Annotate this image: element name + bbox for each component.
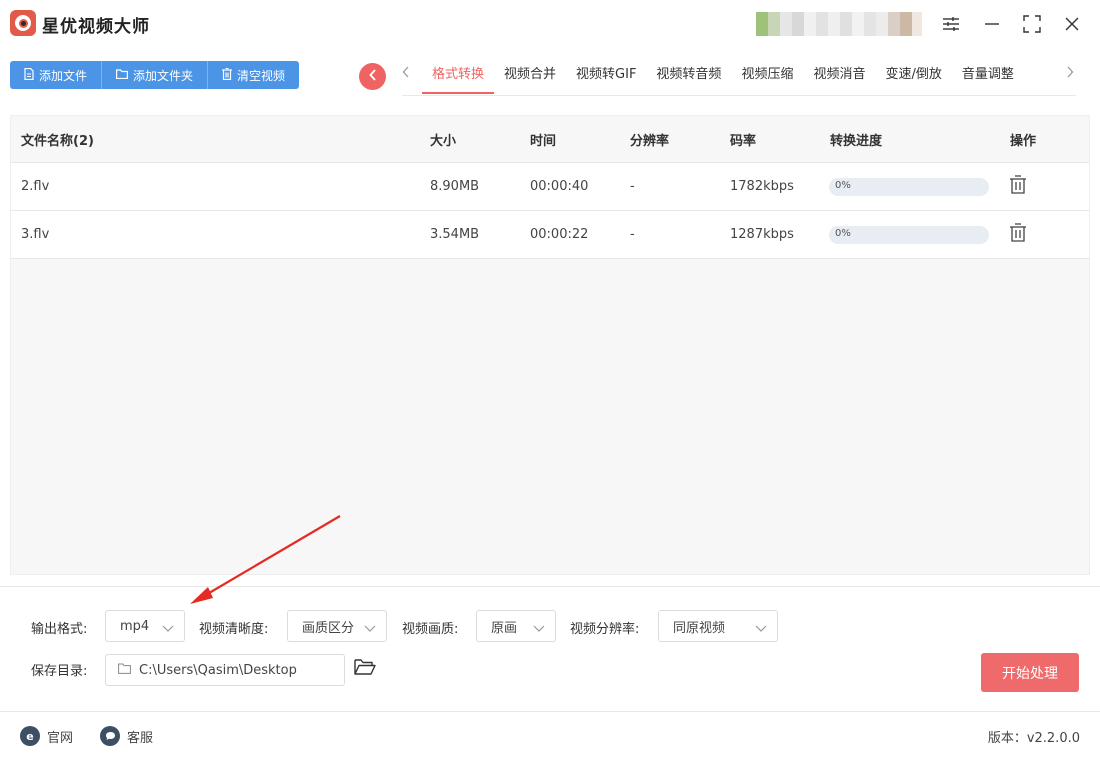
trash-icon xyxy=(1009,175,1027,198)
add-file-button[interactable]: 添加文件 xyxy=(10,61,103,89)
clarity-select[interactable]: 画质区分 xyxy=(287,610,387,642)
chevron-left-icon xyxy=(368,68,377,85)
row-bitrate: 1782kbps xyxy=(730,179,794,194)
open-folder-icon xyxy=(354,659,376,680)
table-header: 文件名称(2) 大小 时间 分辨率 码率 转换进度 操作 xyxy=(11,116,1089,163)
row-size: 8.90MB xyxy=(430,179,480,194)
chevron-down-icon xyxy=(364,622,376,637)
delete-row-button[interactable] xyxy=(1009,211,1027,258)
row-time: 00:00:40 xyxy=(530,179,589,194)
customer-support-link[interactable]: 客服 xyxy=(100,726,153,746)
table-row[interactable]: 3.flv 3.54MB 00:00:22 - 1287kbps 0% xyxy=(11,211,1089,259)
tab-volume-adjust[interactable]: 音量调整 xyxy=(952,58,1024,94)
chevron-down-icon xyxy=(755,622,767,637)
clear-videos-button[interactable]: 清空视频 xyxy=(208,61,300,89)
file-table: 文件名称(2) 大小 时间 分辨率 码率 转换进度 操作 2.flv 8.90M… xyxy=(11,116,1089,259)
maximize-icon[interactable] xyxy=(1020,12,1044,36)
official-website-link[interactable]: e 官网 xyxy=(20,726,73,746)
row-resolution: - xyxy=(630,179,635,194)
minimize-icon[interactable] xyxy=(980,12,1004,36)
resolution-label: 视频分辨率: xyxy=(570,622,640,637)
official-website-label: 官网 xyxy=(47,730,74,746)
account-avatar-blurred[interactable] xyxy=(756,12,922,36)
progress-bar: 0% xyxy=(829,225,989,244)
progress-text: 0% xyxy=(835,179,851,191)
version-text: 版本：v2.2.0.0 xyxy=(987,731,1080,746)
chevron-down-icon xyxy=(162,622,174,637)
clarity-value: 画质区分 xyxy=(302,620,355,636)
row-file-name: 3.flv xyxy=(21,227,50,242)
output-format-label: 输出格式: xyxy=(31,622,88,637)
resolution-value: 同原视频 xyxy=(673,620,726,636)
title-bar: 星优视频大师 xyxy=(0,0,1100,50)
tabs-divider xyxy=(402,95,1076,96)
clear-videos-label: 清空视频 xyxy=(237,68,286,83)
save-dir-field[interactable]: C:\Users\Qasim\Desktop xyxy=(105,654,345,686)
header-resolution: 分辨率 xyxy=(630,133,670,149)
add-file-label: 添加文件 xyxy=(39,68,88,83)
file-toolbar: 添加文件 添加文件夹 清空视频 xyxy=(10,61,300,89)
close-icon[interactable] xyxy=(1060,12,1084,36)
tab-video-mute[interactable]: 视频消音 xyxy=(803,58,875,94)
row-time: 00:00:22 xyxy=(530,227,589,242)
start-processing-button[interactable]: 开始处理 xyxy=(981,653,1079,692)
row-resolution: - xyxy=(630,227,635,242)
footer-bar: e 官网 客服 版本：v2.2.0.0 xyxy=(0,713,1100,760)
header-bitrate: 码率 xyxy=(730,133,757,149)
header-file-name: 文件名称(2) xyxy=(21,133,94,149)
folder-icon xyxy=(116,68,129,82)
row-file-name: 2.flv xyxy=(21,179,50,194)
customer-support-label: 客服 xyxy=(127,730,154,746)
add-folder-button[interactable]: 添加文件夹 xyxy=(102,61,209,89)
header-time: 时间 xyxy=(530,133,557,149)
output-format-value: mp4 xyxy=(120,618,150,634)
header-size: 大小 xyxy=(430,133,457,149)
progress-text: 0% xyxy=(835,227,851,239)
output-format-select[interactable]: mp4 xyxy=(105,610,185,642)
trash-icon xyxy=(1009,223,1027,246)
browse-folder-button[interactable] xyxy=(354,658,376,680)
progress-bar: 0% xyxy=(829,177,989,196)
ie-browser-icon: e xyxy=(20,726,40,746)
output-settings-panel: 输出格式: mp4 视频清晰度: 画质区分 视频画质: 原画 视频分辨率: 同原… xyxy=(0,586,1100,712)
clarity-label: 视频清晰度: xyxy=(199,622,269,637)
row-progress: 0% xyxy=(829,163,989,210)
quality-label: 视频画质: xyxy=(402,622,459,637)
row-progress: 0% xyxy=(829,211,989,258)
trash-icon xyxy=(222,67,233,83)
back-button[interactable] xyxy=(359,63,386,90)
quality-value: 原画 xyxy=(491,620,518,636)
row-bitrate: 1287kbps xyxy=(730,227,794,242)
file-list-area: 文件名称(2) 大小 时间 分辨率 码率 转换进度 操作 2.flv 8.90M… xyxy=(10,115,1090,575)
tab-video-merge[interactable]: 视频合并 xyxy=(494,58,566,94)
tab-speed-reverse[interactable]: 变速/倒放 xyxy=(875,58,951,94)
resolution-select[interactable]: 同原视频 xyxy=(658,610,778,642)
tabs-scroll-left-icon[interactable] xyxy=(402,66,410,82)
tab-video-compress[interactable]: 视频压缩 xyxy=(731,58,803,94)
settings-sliders-icon[interactable] xyxy=(939,12,963,36)
header-action: 操作 xyxy=(1010,133,1037,149)
quality-select[interactable]: 原画 xyxy=(476,610,556,642)
app-logo-icon xyxy=(10,10,36,36)
chat-bubble-icon xyxy=(100,726,120,746)
file-icon xyxy=(24,67,34,83)
row-size: 3.54MB xyxy=(430,227,480,242)
chevron-down-icon xyxy=(533,622,545,637)
save-dir-label: 保存目录: xyxy=(31,664,88,679)
tab-video-to-audio[interactable]: 视频转音频 xyxy=(646,58,731,94)
add-folder-label: 添加文件夹 xyxy=(133,68,194,83)
feature-tabs: 格式转换 视频合并 视频转GIF 视频转音频 视频压缩 视频消音 变速/倒放 音… xyxy=(422,58,1024,96)
tab-format-convert[interactable]: 格式转换 xyxy=(422,58,495,94)
folder-outline-icon xyxy=(118,663,131,678)
table-row[interactable]: 2.flv 8.90MB 00:00:40 - 1782kbps 0% xyxy=(11,163,1089,211)
tabs-scroll-right-icon[interactable] xyxy=(1066,66,1074,82)
save-dir-value: C:\Users\Qasim\Desktop xyxy=(139,662,297,678)
tab-video-to-gif[interactable]: 视频转GIF xyxy=(566,58,646,94)
header-progress: 转换进度 xyxy=(830,133,883,149)
app-title: 星优视频大师 xyxy=(42,17,150,37)
delete-row-button[interactable] xyxy=(1009,163,1027,210)
